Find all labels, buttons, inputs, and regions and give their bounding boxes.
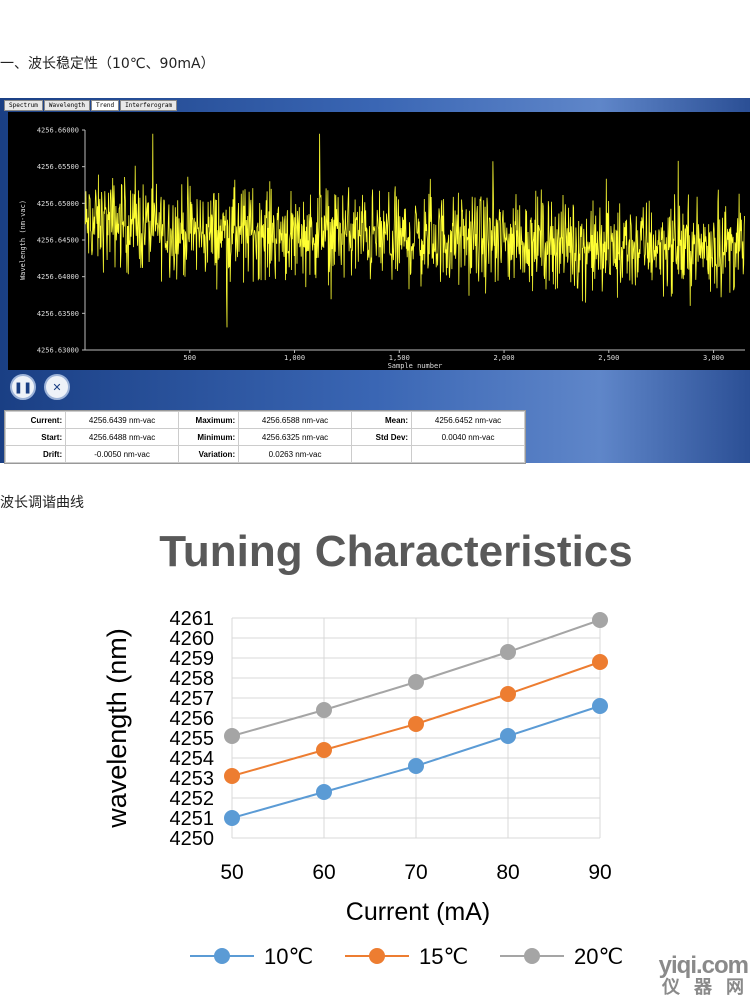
- data-point: [224, 728, 240, 744]
- watermark: yiqi.com 仪器网: [658, 952, 750, 998]
- y-tick-label: 4254: [170, 748, 215, 770]
- stop-button[interactable]: ✕: [44, 374, 70, 400]
- stats-row: Drift: -0.0050 nm-vac Variation: 0.0263 …: [4, 445, 525, 463]
- y-tick-label: 4250: [170, 828, 215, 850]
- y-tick-label: 4256: [170, 708, 215, 730]
- stats-row: Start: 4256.6488 nm-vac Minimum: 4256.63…: [4, 428, 525, 446]
- stat-label: [350, 445, 413, 463]
- trend-controls: ❚❚ ✕: [10, 374, 70, 400]
- tuning-heading: 波长调谐曲线: [0, 495, 84, 511]
- stability-heading: 一、波长稳定性（10℃、90mA）: [0, 56, 215, 72]
- data-point: [408, 758, 424, 774]
- stat-stddev-value: 0.0040 nm-vac: [411, 428, 525, 446]
- y-tick-label: 4256.63500: [37, 310, 79, 318]
- x-tick-label: 1,500: [389, 354, 410, 362]
- tab-wavelength[interactable]: Wavelength: [43, 100, 91, 111]
- wavemeter-window: Spectrum Wavelength Trend Interferogram …: [0, 98, 750, 464]
- x-tick-label: 500: [183, 354, 196, 362]
- tab-trend[interactable]: Trend: [91, 100, 120, 111]
- data-point: [592, 654, 608, 670]
- stats-row: Current: 4256.6439 nm-vac Maximum: 4256.…: [4, 411, 525, 429]
- stat-drift-value: -0.0050 nm-vac: [65, 445, 179, 463]
- chart-title: Tuning Characteristics: [159, 527, 633, 576]
- legend-marker: [369, 948, 385, 964]
- y-tick-label: 4257: [170, 688, 215, 710]
- legend-label: 10℃: [264, 944, 313, 969]
- stat-label: Std Dev:: [350, 428, 413, 446]
- stat-label: Maximum:: [177, 411, 240, 429]
- stat-minimum-value: 4256.6325 nm-vac: [238, 428, 352, 446]
- x-tick-label: 2,500: [598, 354, 619, 362]
- data-point: [408, 674, 424, 690]
- y-tick-label: 4253: [170, 768, 215, 790]
- x-tick-label: 90: [588, 861, 611, 884]
- close-icon: ✕: [52, 380, 62, 394]
- legend-marker: [524, 948, 540, 964]
- y-tick-label: 4259: [170, 648, 215, 670]
- stat-label: Mean:: [350, 411, 413, 429]
- y-tick-label: 4256.65000: [37, 200, 79, 208]
- x-tick-label: 70: [404, 861, 427, 884]
- y-tick-label: 4260: [170, 628, 215, 650]
- data-point: [500, 728, 516, 744]
- data-point: [500, 644, 516, 660]
- y-tick-label: 4251: [170, 808, 215, 830]
- trend-plot-panel: 4256.63000 4256.63500 4256.64000 4256.64500…: [8, 112, 750, 370]
- stat-current-value: 4256.6439 nm-vac: [65, 411, 179, 429]
- data-point: [224, 810, 240, 826]
- tab-interferogram[interactable]: Interferogram: [120, 100, 178, 111]
- data-point: [500, 686, 516, 702]
- data-point: [316, 784, 332, 800]
- pause-icon: ❚❚: [13, 380, 33, 394]
- data-point: [224, 768, 240, 784]
- y-tick-label: 4256.64000: [37, 273, 79, 281]
- stat-maximum-value: 4256.6588 nm-vac: [238, 411, 352, 429]
- x-tick-label: 1,000: [284, 354, 305, 362]
- y-tick-label: 4261: [170, 608, 215, 630]
- tab-bar: Spectrum Wavelength Trend Interferogram: [4, 100, 178, 111]
- stat-label: Current:: [4, 411, 67, 429]
- y-tick-label: 4256.65500: [37, 163, 79, 171]
- watermark-line2: 仪器网: [662, 977, 750, 998]
- tuning-chart-container: Tuning Characteristics 4250 4251 4252 4253 42…: [0, 510, 750, 1000]
- stat-label: Variation:: [177, 445, 240, 463]
- y-tick-label: 4256.63000: [37, 347, 79, 355]
- y-axis-title: wavelength (nm): [102, 628, 132, 829]
- data-point: [408, 716, 424, 732]
- data-point: [592, 612, 608, 628]
- statistics-panel: Current: 4256.6439 nm-vac Maximum: 4256.…: [4, 410, 526, 464]
- x-tick-label: 2,000: [494, 354, 515, 362]
- watermark-line1: yiqi.com: [658, 952, 749, 979]
- stat-label: Start:: [4, 428, 67, 446]
- stat-label: Drift:: [4, 445, 67, 463]
- pause-button[interactable]: ❚❚: [10, 374, 36, 400]
- data-point: [316, 742, 332, 758]
- x-axis-title: Current (mA): [346, 898, 490, 926]
- y-tick-label: 4258: [170, 668, 215, 690]
- stat-start-value: 4256.6488 nm-vac: [65, 428, 179, 446]
- trend-chart: 4256.63000 4256.63500 4256.64000 4256.64500…: [19, 127, 745, 370]
- stat-variation-value: 0.0263 nm-vac: [238, 445, 352, 463]
- x-tick-label: 80: [496, 861, 519, 884]
- tab-spectrum[interactable]: Spectrum: [4, 100, 43, 111]
- legend-label: 20℃: [574, 944, 623, 969]
- data-point: [592, 698, 608, 714]
- y-tick-label: 4255: [170, 728, 215, 750]
- stat-empty-value: [411, 445, 525, 463]
- legend-label: 15℃: [419, 944, 468, 969]
- x-axis-title: Sample number: [388, 362, 443, 370]
- y-tick-label: 4256.66000: [37, 127, 79, 135]
- y-tick-label: 4252: [170, 788, 215, 810]
- y-tick-label: 4256.64500: [37, 237, 79, 245]
- x-tick-label: 60: [312, 861, 335, 884]
- y-axis-title: Wavelength (nm-vac): [19, 200, 27, 280]
- trend-series-line: [84, 133, 745, 328]
- stat-mean-value: 4256.6452 nm-vac: [411, 411, 525, 429]
- x-tick-label: 3,000: [703, 354, 724, 362]
- x-tick-label: 50: [220, 861, 243, 884]
- tuning-chart: Tuning Characteristics425042514252425342…: [102, 527, 633, 969]
- data-point: [316, 702, 332, 718]
- stat-label: Minimum:: [177, 428, 240, 446]
- legend-marker: [214, 948, 230, 964]
